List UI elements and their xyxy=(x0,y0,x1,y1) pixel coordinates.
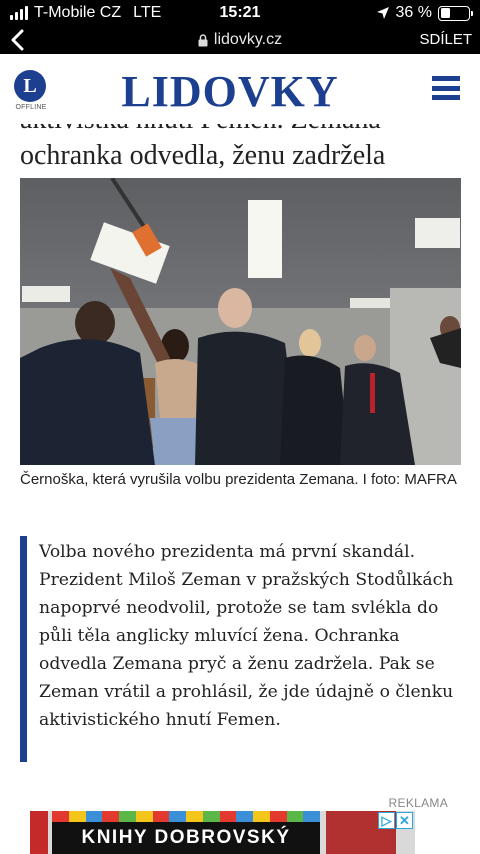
article-lead: Volba nového prezidenta má první skandál… xyxy=(20,536,465,762)
ad-close-icon[interactable]: ✕ xyxy=(396,812,413,829)
site-header: L OFFLINE LIDOVKY xyxy=(0,54,480,124)
site-logo[interactable]: LIDOVKY xyxy=(80,66,380,117)
headline-line-clipped: aktivistka hnutí Femen. Zemana xyxy=(20,124,381,136)
battery-icon xyxy=(438,5,473,21)
adchoices[interactable]: ▷ ✕ xyxy=(378,812,413,829)
ad-banner[interactable]: KNIHY DOBROVSKÝ ▷ ✕ xyxy=(30,811,415,854)
headline-line: ochranka odvedla, ženu zadržela xyxy=(20,140,386,171)
status-right: 36 % xyxy=(376,4,473,22)
ad-label: REKLAMA xyxy=(388,796,448,810)
browser-url-bar: lidovky.cz SDÍLET xyxy=(0,28,480,54)
location-arrow-icon xyxy=(376,7,389,19)
ad-banner-text: KNIHY DOBROVSKÝ xyxy=(81,827,291,848)
photo-illustration xyxy=(20,178,461,465)
status-bar: T-Mobile CZ LTE 15:21 36 % xyxy=(0,0,480,28)
share-button[interactable]: SDÍLET xyxy=(419,31,472,48)
offline-logo-badge[interactable]: L xyxy=(14,70,46,102)
battery-percent: 36 % xyxy=(395,4,432,21)
adchoices-icon[interactable]: ▷ xyxy=(378,812,395,829)
menu-icon[interactable] xyxy=(432,76,460,100)
lock-icon xyxy=(198,33,208,46)
article-headline: aktivistka hnutí Femen. Zemana ochranka … xyxy=(0,124,480,176)
article-photo[interactable] xyxy=(20,178,461,465)
offline-label: OFFLINE xyxy=(15,104,47,111)
lead-text: Volba nového prezidenta má první skandál… xyxy=(39,542,454,730)
address-field[interactable]: lidovky.cz xyxy=(0,31,480,49)
photo-caption: Černoška, která vyrušila volbu prezident… xyxy=(20,471,457,488)
url-text: lidovky.cz xyxy=(213,31,283,48)
